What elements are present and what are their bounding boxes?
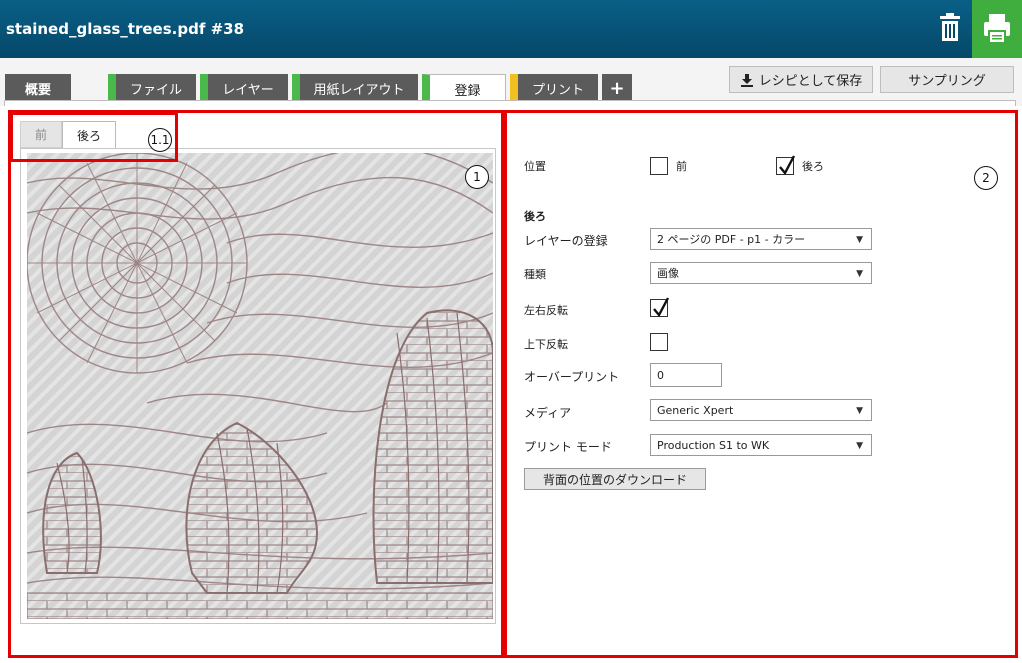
tab-print[interactable]: プリント [510, 74, 598, 102]
annotation-marker-2: 2 [974, 166, 998, 190]
annotation-box-settings [504, 110, 1018, 658]
plus-icon[interactable]: + [602, 74, 632, 102]
tab-paper-layout[interactable]: 用紙レイアウト [292, 74, 418, 102]
annotation-box-preview [8, 110, 504, 658]
download-icon [740, 73, 753, 87]
annotation-marker-1: 1 [465, 165, 489, 189]
annotation-marker-1-1: 1.1 [148, 128, 172, 152]
tab-layers[interactable]: レイヤー [200, 74, 288, 102]
tab-registration[interactable]: 登録 [422, 74, 506, 103]
printer-icon [984, 14, 1010, 44]
save-as-recipe-button[interactable]: レシピとして保存 [729, 66, 873, 93]
tab-file[interactable]: ファイル [108, 74, 196, 102]
document-title: stained_glass_trees.pdf #38 [6, 20, 245, 38]
app-header: stained_glass_trees.pdf #38 [0, 0, 1022, 58]
trash-icon[interactable] [936, 12, 964, 44]
content-frame [4, 100, 1016, 106]
tab-bar: 概要 ファイル レイヤー 用紙レイアウト 登録 プリント + レシピとして保存 … [0, 58, 1022, 106]
tab-overview[interactable]: 概要 [5, 74, 71, 102]
save-as-recipe-label: レシピとして保存 [758, 74, 863, 89]
sampling-button[interactable]: サンプリング [880, 66, 1014, 93]
print-button[interactable] [972, 0, 1022, 58]
